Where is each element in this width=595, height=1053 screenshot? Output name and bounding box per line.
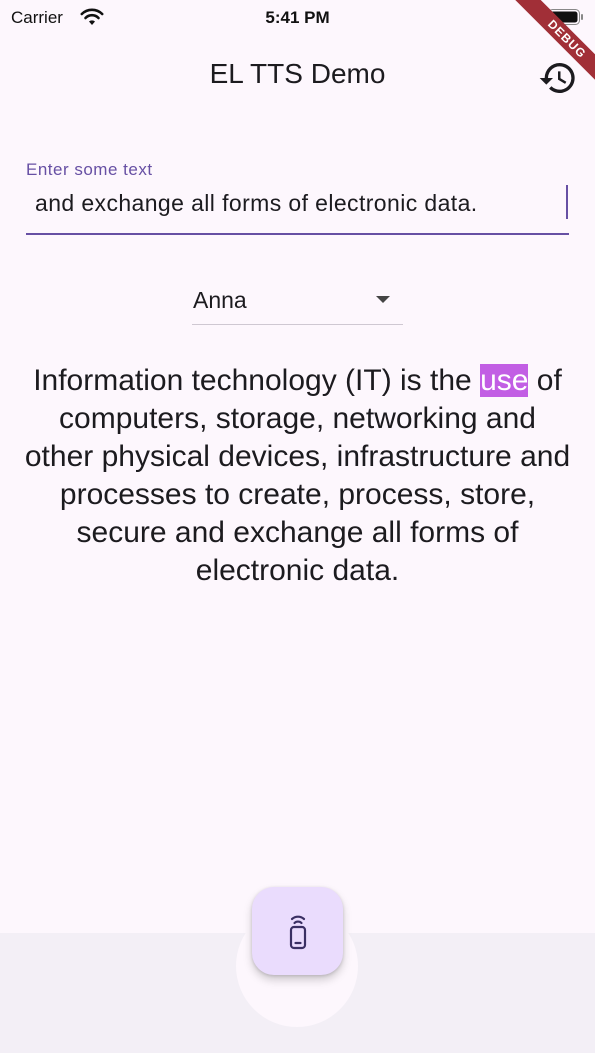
spoken-text-after: of computers, storage, networking and ot…	[24, 364, 571, 587]
text-input-underline	[26, 233, 569, 235]
status-time: 5:41 PM	[265, 8, 330, 27]
dropdown-arrow-icon	[376, 296, 390, 303]
spoken-text-before: Information technology (IT) is the	[33, 364, 481, 397]
status-bar: Carrier 5:41 PM	[0, 0, 595, 36]
current-word-highlight: use	[480, 364, 529, 397]
history-icon[interactable]	[538, 58, 578, 98]
speaker-remote-icon	[289, 915, 307, 950]
text-input-value[interactable]: and exchange all forms of electronic dat…	[35, 190, 478, 217]
voice-dropdown-value: Anna	[193, 287, 247, 313]
spoken-text: Information technology (IT) is the use o…	[22, 362, 573, 590]
text-input-field[interactable]: Enter some text and exchange all forms o…	[26, 160, 569, 236]
text-input-label: Enter some text	[26, 160, 153, 179]
voice-dropdown-underline	[192, 324, 403, 325]
voice-dropdown[interactable]: Anna	[192, 280, 403, 326]
app-title: EL TTS Demo	[209, 58, 386, 89]
speak-fab-button[interactable]	[252, 887, 343, 975]
text-cursor	[566, 185, 568, 219]
